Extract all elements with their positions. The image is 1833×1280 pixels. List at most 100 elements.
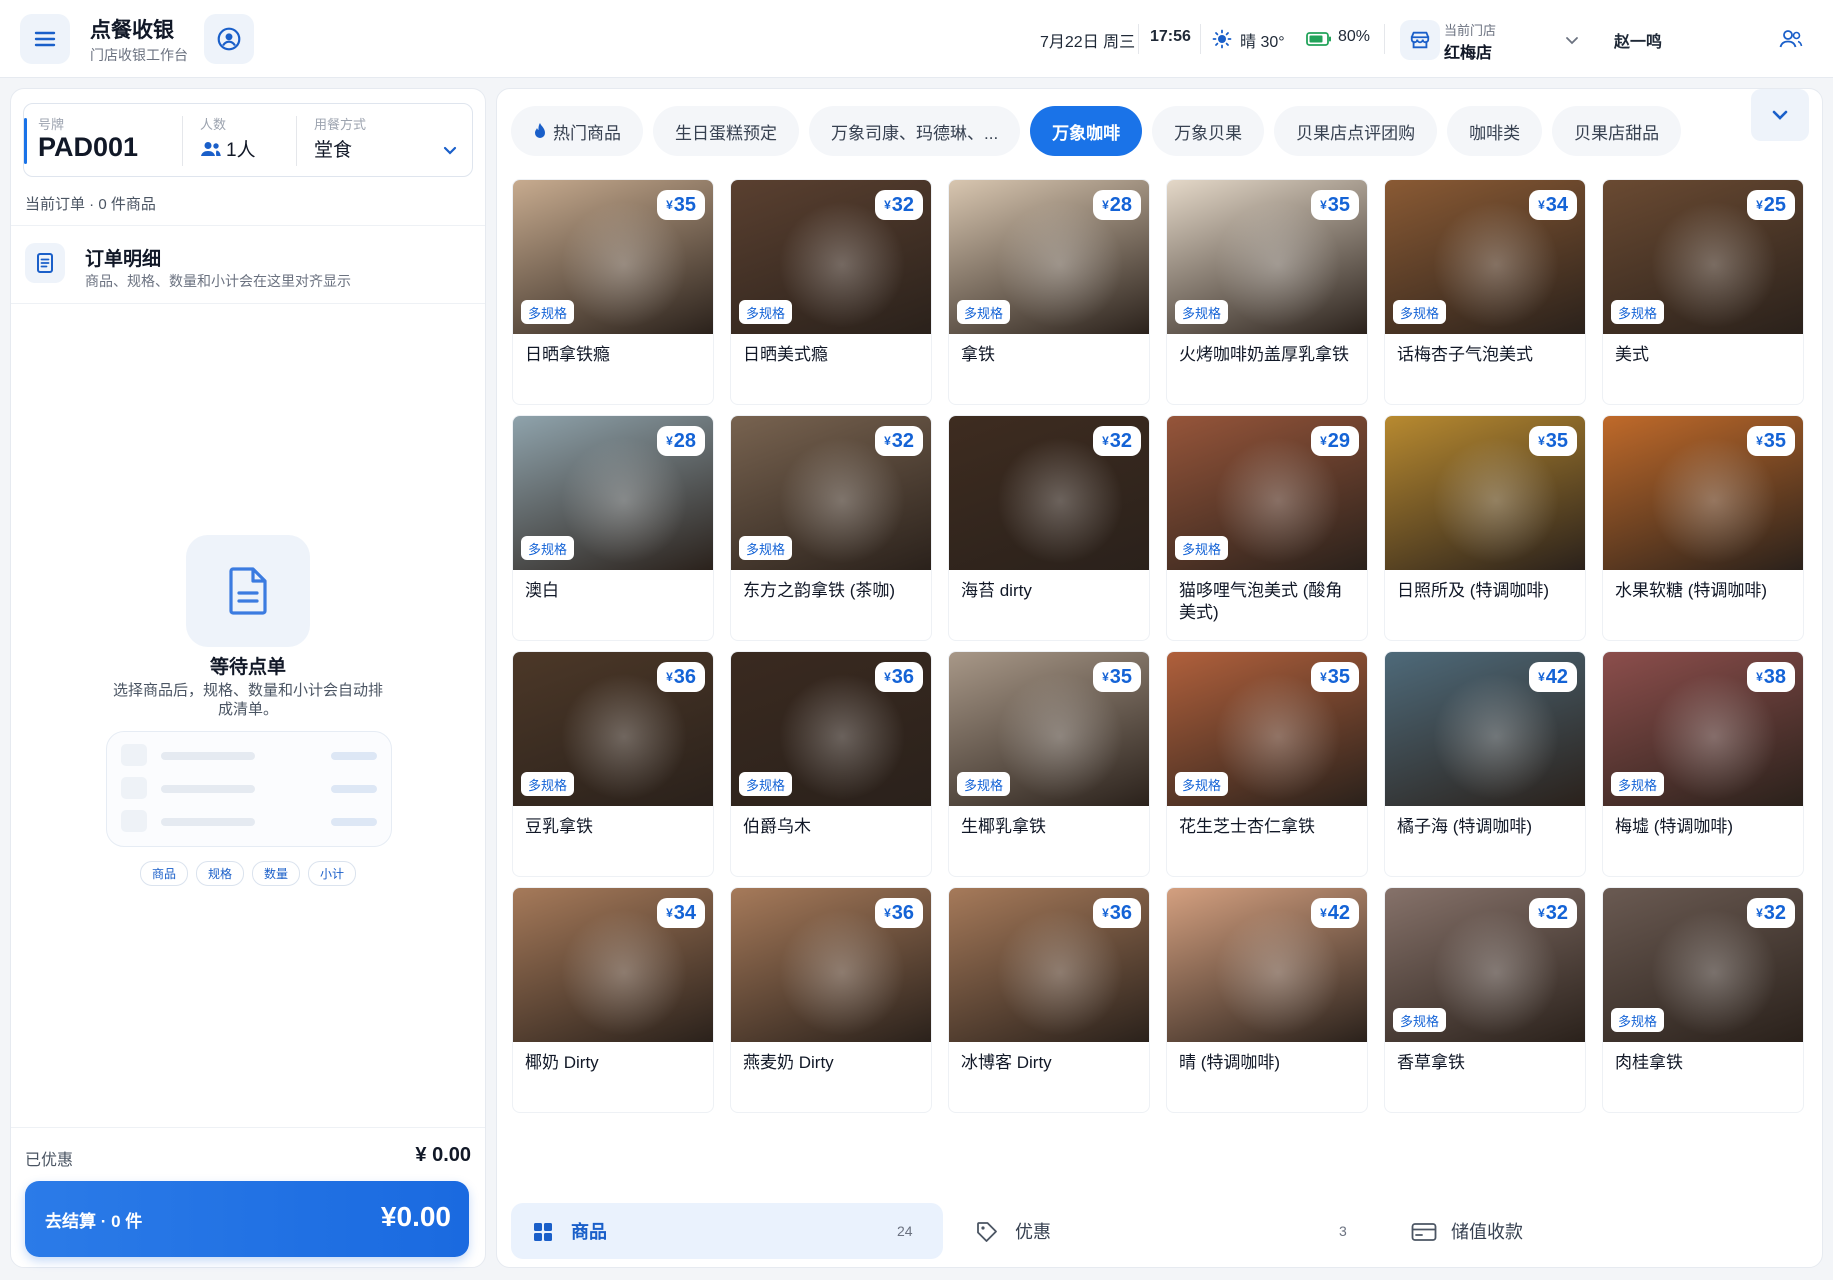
spec-badge: 多规格 [521, 536, 575, 560]
tag-icon [977, 1222, 997, 1242]
product-name: 梅墟 (特调咖啡) [1615, 817, 1734, 836]
price-value: 35 [1327, 665, 1350, 688]
product-card[interactable]: ¥32 海苔 dirty [948, 415, 1150, 641]
nav-promo-count: 3 [1339, 1223, 1347, 1239]
product-name: 晴 (特调咖啡) [1179, 1053, 1281, 1072]
weather-text: 晴 30° [1240, 34, 1285, 51]
tab-1[interactable]: 生日蛋糕预定 [653, 106, 799, 156]
empty-state-title: 等待点单 [209, 657, 286, 678]
product-card[interactable]: ¥36 多规格 豆乳拿铁 [512, 651, 714, 877]
product-card[interactable]: ¥36 燕麦奶 Dirty [730, 887, 932, 1113]
discount-label: 已优惠 [25, 1152, 74, 1169]
plate-value[interactable]: PAD001 [38, 132, 138, 163]
checkout-button[interactable]: 去结算 · 0 件 ¥0.00 [25, 1181, 469, 1257]
product-card[interactable]: ¥35 水果软糖 (特调咖啡) [1602, 415, 1804, 641]
nav-stored-value[interactable]: 储值收款 [1383, 1203, 1803, 1259]
chip-qty: 数量 [252, 861, 301, 886]
order-detail-icon-box [25, 243, 65, 283]
product-price: ¥35 [1093, 662, 1141, 692]
tab-7[interactable]: 贝果店甜品 [1552, 106, 1682, 156]
product-grid: ¥35 多规格 日晒拿铁瘾 ¥32 多规格 日晒美式瘾 ¥28 多规格 拿铁 ¥35 多规格 火烤咖啡… [512, 179, 1804, 1113]
product-card[interactable]: ¥32 多规格 日晒美式瘾 [730, 179, 932, 405]
menu-button[interactable] [20, 14, 70, 64]
product-card[interactable]: ¥35 多规格 火烤咖啡奶盖厚乳拿铁 [1166, 179, 1368, 405]
product-card[interactable]: ¥38 多规格 梅墟 (特调咖啡) [1602, 651, 1804, 877]
product-price: ¥35 [1311, 662, 1359, 692]
product-card[interactable]: ¥34 多规格 话梅杏子气泡美式 [1384, 179, 1586, 405]
users-icon[interactable] [1778, 28, 1804, 50]
product-card[interactable]: ¥35 多规格 生椰乳拿铁 [948, 651, 1150, 877]
price-value: 42 [1545, 665, 1568, 688]
product-card[interactable]: ¥42 橘子海 (特调咖啡) [1384, 651, 1586, 877]
mode-chevron-icon[interactable] [442, 142, 458, 158]
spec-badge: 多规格 [1175, 300, 1229, 324]
tab-4[interactable]: 万象贝果 [1152, 106, 1265, 156]
nav-promo-label: 优惠 [1015, 1222, 1051, 1242]
date-text: 7月22日 周三 [1040, 34, 1136, 51]
product-price: ¥36 [875, 898, 923, 928]
product-name: 生椰乳拿铁 [961, 817, 1046, 836]
chip-spec: 规格 [195, 861, 244, 886]
product-card[interactable]: ¥35 日照所及 (特调咖啡) [1384, 415, 1586, 641]
profile-button[interactable] [204, 14, 254, 64]
product-price: ¥35 [1311, 190, 1359, 220]
tab-label: 万象司康、玛德琳、... [831, 123, 999, 143]
checkout-label: 去结算 · 0 件 [45, 1212, 143, 1231]
product-name: 伯爵乌木 [743, 817, 811, 836]
product-card[interactable]: ¥32 多规格 东方之韵拿铁 (茶咖) [730, 415, 932, 641]
tab-2[interactable]: 万象司康、玛德琳、... [809, 106, 1021, 156]
product-card[interactable]: ¥35 多规格 花生芝士杏仁拿铁 [1166, 651, 1368, 877]
product-card[interactable]: ¥36 冰博客 Dirty [948, 887, 1150, 1113]
price-value: 34 [673, 901, 696, 924]
document-icon [229, 567, 267, 615]
empty-state-desc-line-2: 成清单。 [217, 701, 278, 718]
app-title: 点餐收银 [90, 19, 174, 42]
product-card[interactable]: ¥36 多规格 伯爵乌木 [730, 651, 932, 877]
product-price: ¥36 [875, 662, 923, 692]
nav-stored-value-label: 储值收款 [1451, 1222, 1523, 1242]
price-value: 28 [1109, 193, 1132, 216]
product-price: ¥32 [1747, 898, 1795, 928]
people-icon [201, 142, 221, 156]
product-name: 美式 [1615, 345, 1649, 364]
product-card[interactable]: ¥29 多规格 猫哆哩气泡美式 (酸角美式) [1166, 415, 1368, 641]
product-card[interactable]: ¥32 多规格 香草拿铁 [1384, 887, 1586, 1113]
people-value[interactable]: 1人 [226, 135, 256, 162]
product-card[interactable]: ¥25 多规格 美式 [1602, 179, 1804, 405]
order-detail-title: 订单明细 [85, 249, 162, 270]
tab-label: 贝果店甜品 [1574, 123, 1660, 143]
product-name: 水果软糖 (特调咖啡) [1615, 581, 1768, 600]
price-value: 32 [1109, 429, 1132, 452]
mode-label: 用餐方式 [314, 117, 367, 132]
product-name: 猫哆哩气泡美式 (酸角美式) [1179, 581, 1343, 622]
product-price: ¥32 [875, 426, 923, 456]
flame-icon [535, 123, 545, 138]
price-value: 29 [1327, 429, 1350, 452]
tab-5[interactable]: 贝果店点评团购 [1274, 106, 1438, 156]
tabs-more-button[interactable] [1751, 89, 1809, 141]
nav-goods-count: 24 [897, 1223, 913, 1239]
current-order-text: 当前订单 · 0 件商品 [25, 196, 156, 213]
price-value: 25 [1763, 193, 1786, 216]
tab-0[interactable]: 热门商品 [511, 106, 643, 156]
product-name: 日照所及 (特调咖啡) [1397, 581, 1550, 600]
product-card[interactable]: ¥32 多规格 肉桂拿铁 [1602, 887, 1804, 1113]
product-card[interactable]: ¥34 椰奶 Dirty [512, 887, 714, 1113]
empty-state-desc-line-1: 选择商品后，规格、数量和小计会自动排 [112, 682, 383, 699]
product-card[interactable]: ¥28 多规格 澳白 [512, 415, 714, 641]
spec-badge: 多规格 [739, 300, 793, 324]
discount-value: ¥ 0.00 [415, 1144, 471, 1166]
product-card[interactable]: ¥35 多规格 日晒拿铁瘾 [512, 179, 714, 405]
product-name: 燕麦奶 Dirty [743, 1053, 834, 1072]
tab-3[interactable]: 万象咖啡 [1030, 106, 1143, 156]
nav-goods[interactable]: 商品 24 [511, 1203, 943, 1259]
user-name[interactable]: 赵一鸣 [1614, 28, 1662, 52]
product-card[interactable]: ¥42 晴 (特调咖啡) [1166, 887, 1368, 1113]
empty-list-skeleton [106, 731, 392, 847]
grid-icon [534, 1223, 552, 1241]
product-card[interactable]: ¥28 多规格 拿铁 [948, 179, 1150, 405]
nav-promo[interactable]: 优惠 3 [947, 1203, 1379, 1259]
user-circle-icon [217, 27, 241, 51]
tab-6[interactable]: 咖啡类 [1447, 106, 1543, 156]
mode-value[interactable]: 堂食 [314, 135, 352, 162]
